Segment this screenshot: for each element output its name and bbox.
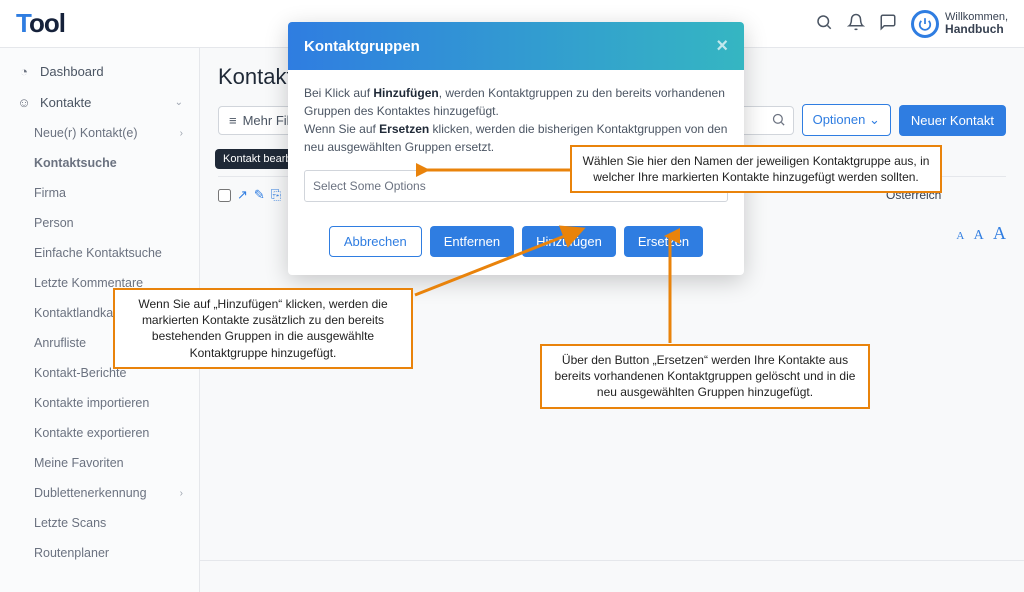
font-size-control[interactable]: A A A <box>950 223 1006 244</box>
search-icon[interactable] <box>815 13 833 34</box>
sidebar-item-routes[interactable]: Routenplaner <box>0 538 199 568</box>
chat-icon[interactable] <box>879 13 897 34</box>
sidebar-item-new-contact[interactable]: Neue(r) Kontakt(e)› <box>0 118 199 148</box>
power-icon <box>911 10 939 38</box>
annotation-add: Wenn Sie auf „Hinzufügen“ klicken, werde… <box>113 288 413 369</box>
chevron-right-icon: › <box>180 128 183 139</box>
options-button[interactable]: Optionen ⌄ <box>802 104 891 136</box>
chevron-right-icon: › <box>180 488 183 499</box>
footer-bar <box>200 560 1024 592</box>
edit-icon[interactable]: ✎ <box>254 187 265 203</box>
replace-button[interactable]: Ersetzen <box>624 226 703 257</box>
copy-icon[interactable]: ⎘ <box>271 187 281 203</box>
chevron-down-icon: ⌄ <box>175 97 183 108</box>
add-button[interactable]: Hinzufügen <box>522 226 616 257</box>
open-icon[interactable]: ↗ <box>237 187 248 203</box>
modal-title: Kontaktgruppen <box>304 38 420 55</box>
top-icons: Willkommen, Handbuch <box>815 10 1008 38</box>
sidebar-item-export[interactable]: Kontakte exportieren <box>0 418 199 448</box>
search-icon[interactable] <box>771 112 786 130</box>
welcome-box[interactable]: Willkommen, Handbuch <box>911 10 1008 38</box>
sidebar-item-favorites[interactable]: Meine Favoriten <box>0 448 199 478</box>
annotation-select: Wählen Sie hier den Namen der jeweiligen… <box>570 145 942 193</box>
cancel-button[interactable]: Abbrechen <box>329 226 422 257</box>
chevron-down-icon: ⌄ <box>869 112 880 127</box>
filter-icon: ≡ <box>229 113 237 128</box>
row-checkbox[interactable] <box>218 189 231 202</box>
sidebar-item-simple-search[interactable]: Einfache Kontaktsuche <box>0 238 199 268</box>
sidebar-item-import[interactable]: Kontakte importieren <box>0 388 199 418</box>
user-icon: ☺ <box>16 95 32 110</box>
sidebar-item-person[interactable]: Person <box>0 208 199 238</box>
sidebar-item-dashboard[interactable]: ◔Dashboard <box>0 56 199 87</box>
welcome-username: Handbuch <box>945 22 1004 36</box>
new-contact-button[interactable]: Neuer Kontakt <box>899 105 1006 136</box>
sidebar-item-firma[interactable]: Firma <box>0 178 199 208</box>
sidebar-item-dedupe[interactable]: Dublettenerkennung› <box>0 478 199 508</box>
annotation-replace: Über den Button „Ersetzen“ werden Ihre K… <box>540 344 870 409</box>
gauge-icon: ◔ <box>16 64 32 79</box>
close-icon[interactable]: × <box>716 36 728 56</box>
modal-header: Kontaktgruppen × <box>288 22 744 70</box>
brand-logo: Tool <box>16 8 65 39</box>
sidebar-item-kontakte[interactable]: ☺Kontakte⌄ <box>0 87 199 118</box>
modal-body: Bei Klick auf Hinzufügen, werden Kontakt… <box>288 70 744 216</box>
modal-actions: Abbrechen Entfernen Hinzufügen Ersetzen <box>288 216 744 275</box>
sidebar-item-scans[interactable]: Letzte Scans <box>0 508 199 538</box>
remove-button[interactable]: Entfernen <box>430 226 514 257</box>
sidebar-item-kontaktsuche[interactable]: Kontaktsuche <box>0 148 199 178</box>
bell-icon[interactable] <box>847 13 865 34</box>
